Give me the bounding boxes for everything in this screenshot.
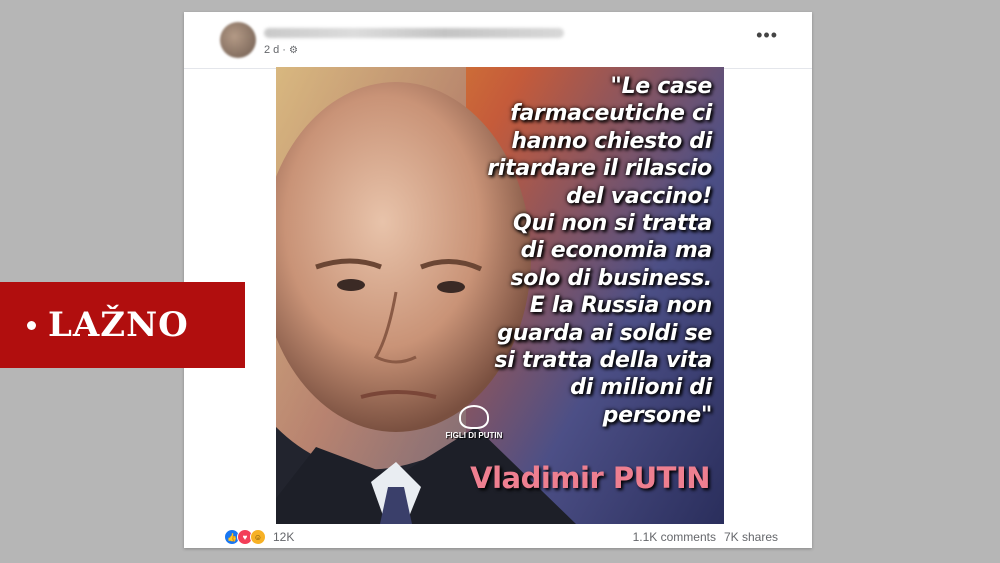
post-header: 2 d · ⚙ ••• [184,12,812,68]
meta-separator: · [282,44,286,56]
post-footer: 👍 ♥ ☺ 12K 1.1K comments 7K shares [184,524,812,548]
post-image[interactable]: FIGLI DI PUTIN "Le case farmaceutiche ci… [276,67,724,524]
author-name-blurred[interactable] [264,28,564,38]
quote-text: "Le case farmaceutiche ci hanno chiesto … [487,74,712,428]
comments-count[interactable]: 1.1K comments [633,530,716,544]
post-meta: 2 d · ⚙ [264,44,298,56]
reactions-count[interactable]: 12K [273,530,294,544]
avatar[interactable] [220,22,256,58]
haha-reaction-icon: ☺ [250,529,266,545]
gear-icon: ⚙ [288,44,298,56]
shares-count[interactable]: 7K shares [724,530,778,544]
watermark-text: FIGLI DI PUTIN [445,431,503,440]
verdict-label: LAŽNO [48,305,189,345]
facebook-post-card: 2 d · ⚙ ••• FIGLI DI PUTIN "Le case farm… [184,12,812,548]
fact-check-verdict-badge: LAŽNO [0,282,245,368]
post-stats: 1.1K comments 7K shares [633,530,778,544]
bullet-icon [27,320,36,330]
post-time[interactable]: 2 d [264,44,279,56]
quote-signature: Vladimir PUTIN [470,461,710,495]
more-options-icon[interactable]: ••• [756,26,778,44]
reactions-summary[interactable]: 👍 ♥ ☺ 12K [224,529,294,545]
